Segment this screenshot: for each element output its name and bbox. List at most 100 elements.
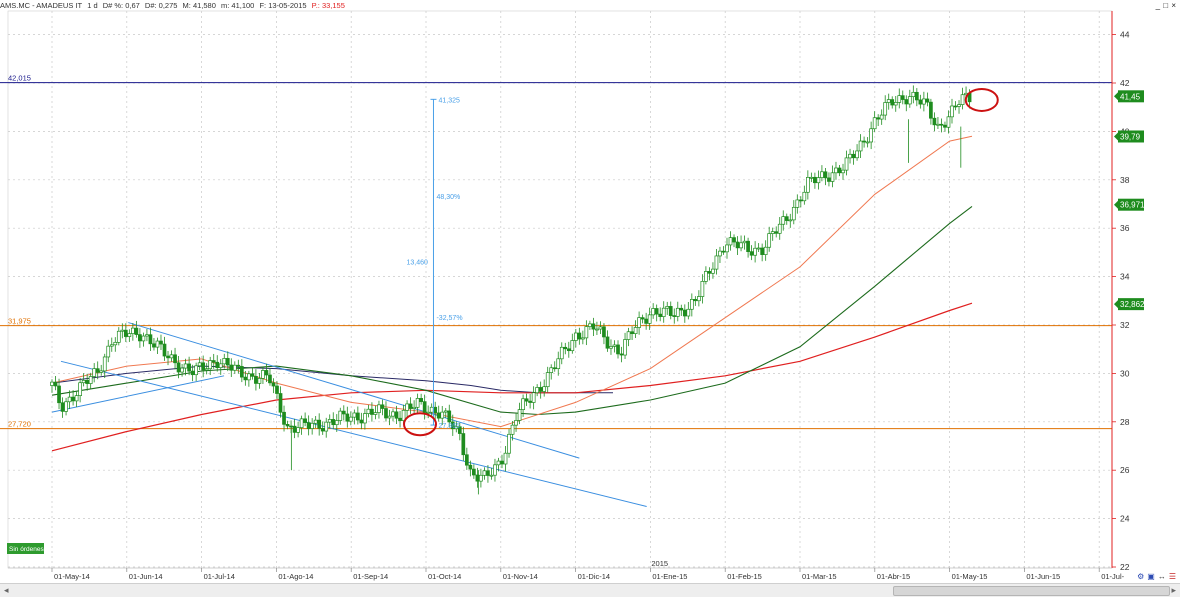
candle-body — [865, 141, 870, 144]
candle-body — [120, 329, 125, 332]
measure-pct-label: 48,30% — [436, 194, 460, 201]
price-tick-label: 30 — [1120, 368, 1130, 378]
price-tick-label: 42 — [1120, 78, 1130, 88]
candle-body — [493, 464, 497, 476]
candle-body — [626, 331, 631, 340]
chart-toolbar: ⚙ ▣ ↔ ☰ — [1134, 572, 1176, 582]
candle-body — [686, 308, 691, 317]
scroll-left-icon[interactable]: ◂ — [4, 584, 9, 597]
candle-body — [609, 346, 613, 349]
candle-body — [250, 373, 255, 377]
candle-body — [218, 363, 223, 368]
candle-body — [215, 361, 220, 368]
date-tick-label: 01-Dic-14 — [578, 572, 611, 581]
candle-body — [633, 327, 638, 335]
candle-body — [299, 418, 304, 429]
date-tick-label: 01-Jun-14 — [129, 572, 163, 581]
candle-body — [134, 327, 139, 335]
candle-body — [92, 368, 97, 377]
candle-body — [327, 419, 332, 423]
date-tick-label: 01-Oct-14 — [428, 572, 461, 581]
horizontal-scrollbar[interactable]: ◂ ▸ — [0, 583, 1180, 597]
candle-body — [834, 167, 838, 174]
candle-body — [152, 343, 156, 348]
date-tick-label: 01-Nov-14 — [503, 572, 538, 581]
scroll-right-icon[interactable]: ▸ — [1171, 584, 1176, 597]
candle-body — [566, 348, 571, 352]
candle-body — [647, 314, 652, 324]
year-marker: 2015 — [651, 559, 668, 568]
candle-body — [507, 433, 511, 454]
candles — [50, 85, 972, 495]
candle-body — [345, 413, 350, 422]
candle-body — [95, 368, 100, 373]
save-icon[interactable]: ▣ — [1147, 572, 1155, 581]
candle-body — [338, 410, 343, 421]
candle-body — [932, 117, 937, 126]
candle-body — [429, 406, 434, 413]
candle-body — [922, 98, 926, 105]
candle-body — [356, 412, 360, 421]
candle-body — [700, 281, 705, 297]
candle-body — [486, 470, 490, 476]
candle-body — [739, 242, 743, 249]
candle-body — [88, 376, 93, 384]
settings-icon[interactable]: ⚙ — [1137, 572, 1144, 581]
candle-body — [173, 354, 177, 364]
candle-body — [816, 177, 821, 184]
plot-frame — [7, 10, 1113, 569]
date-tick-label: 01-May-15 — [952, 572, 988, 581]
candle-body — [855, 150, 859, 159]
candle-body — [517, 409, 522, 421]
trendline[interactable] — [128, 322, 580, 459]
candle-body — [960, 94, 965, 105]
candle-body — [697, 296, 701, 302]
candle-body — [398, 417, 402, 421]
candle-body — [869, 128, 873, 143]
candle-body — [623, 339, 627, 356]
candle-body — [661, 307, 666, 317]
candle-body — [64, 401, 68, 412]
scroll-thumb[interactable] — [893, 586, 1170, 596]
candle-body — [306, 422, 311, 429]
candle-body — [123, 329, 128, 337]
candle-body — [809, 176, 814, 179]
candle-body — [588, 323, 592, 327]
candle-body — [827, 177, 831, 182]
price-chart[interactable]: 42,015 31,975 27,720 41,325 48,30% 13,460 -32… — [0, 0, 1180, 583]
candle-body — [886, 99, 891, 103]
candle-body — [225, 358, 230, 366]
candle-body — [781, 216, 786, 225]
arrows-icon[interactable]: ↔ — [1158, 572, 1166, 581]
candle-body — [201, 362, 206, 371]
candle-body — [637, 317, 641, 328]
candle-body — [464, 454, 469, 466]
measure-neg-pct-label: -32,57% — [436, 315, 462, 322]
candle-body — [820, 171, 824, 178]
candle-body — [74, 395, 79, 402]
candle-body — [535, 387, 540, 394]
candle-body — [598, 326, 603, 330]
level-label: 42,015 — [8, 74, 31, 83]
candle-body — [180, 367, 184, 373]
level-label: 31,975 — [8, 317, 31, 326]
candle-body — [675, 307, 680, 317]
trendline[interactable] — [60, 360, 647, 507]
trendlines[interactable] — [51, 322, 647, 507]
candle-body — [271, 382, 276, 387]
candle-body — [71, 396, 75, 402]
candle-body — [102, 356, 107, 372]
candle-body — [348, 416, 353, 422]
candle-body — [468, 464, 473, 470]
candle-body — [264, 370, 269, 376]
candle-body — [155, 340, 160, 348]
candle-body — [370, 408, 374, 415]
candle-body — [310, 422, 315, 429]
menu-icon[interactable]: ☰ — [1169, 572, 1176, 581]
candle-body — [735, 241, 740, 249]
date-tick-label: 01-Jun-15 — [1026, 572, 1060, 581]
candle-body — [890, 99, 895, 106]
candle-body — [239, 366, 244, 378]
candle-body — [190, 370, 195, 376]
candle-body — [802, 191, 807, 202]
